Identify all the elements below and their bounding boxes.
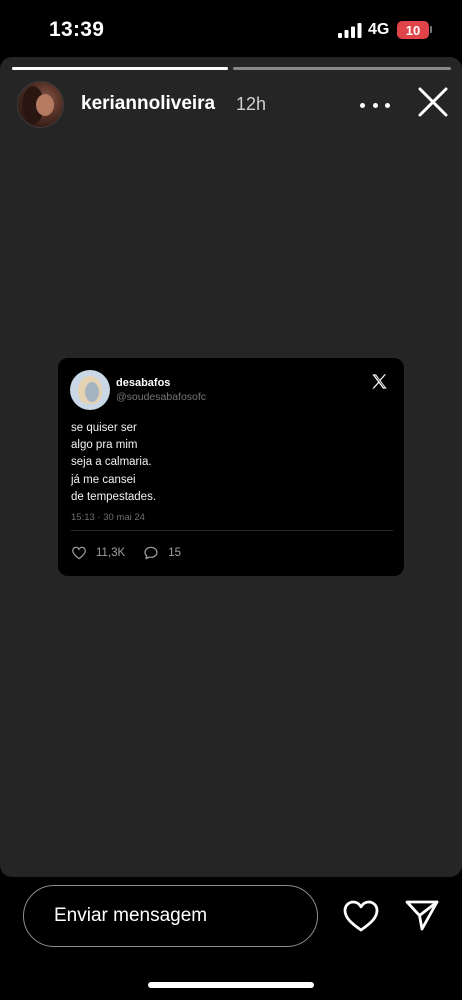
tweet-display-name: desabafos	[116, 377, 171, 389]
tweet-line: se quiser ser	[71, 422, 137, 434]
network-type: 4G	[368, 21, 390, 38]
story-username[interactable]: keriannoliveira	[81, 93, 215, 115]
home-indicator[interactable]	[148, 982, 314, 988]
tweet-actions: 11,3K 15	[71, 545, 199, 561]
tweet-likes: 11,3K	[71, 545, 125, 561]
status-time: 13:39	[49, 18, 105, 41]
tweet-replies: 15	[143, 545, 181, 561]
more-horizontal-icon	[385, 102, 390, 108]
story-header: keriannoliveira 12h	[0, 81, 462, 131]
tweet-line: de tempestades.	[71, 490, 157, 503]
send-icon[interactable]	[404, 897, 440, 933]
more-options-button[interactable]	[360, 93, 390, 117]
tweet-timestamp: 15:13 · 30 mai 24	[71, 512, 145, 523]
message-input[interactable]: Enviar mensagem	[23, 885, 318, 947]
progress-fill	[12, 67, 228, 70]
reply-count: 15	[168, 547, 181, 559]
battery-level: 10	[405, 22, 421, 38]
more-horizontal-icon	[372, 102, 378, 108]
heart-icon[interactable]	[342, 898, 380, 934]
divider	[71, 530, 393, 531]
tweet-line: já me cansei	[71, 473, 136, 486]
tweet-line: algo pra mim	[71, 439, 138, 452]
more-horizontal-icon	[360, 102, 365, 108]
like-count: 11,3K	[96, 547, 126, 559]
battery-icon: 10	[397, 21, 429, 39]
tweet-avatar-shape	[85, 382, 99, 402]
close-icon[interactable]	[416, 85, 450, 119]
status-bar: 13:39 4G 10	[0, 0, 462, 58]
signal-icon	[338, 23, 362, 38]
avatar-face	[36, 94, 54, 116]
x-logo-icon	[372, 374, 387, 389]
tweet-handle: @soudesabafosofc	[116, 391, 207, 403]
avatar[interactable]	[17, 81, 64, 128]
tweet-card: desabafos @soudesabafosofc se quiser ser…	[58, 358, 404, 576]
battery-nub	[430, 26, 432, 33]
tweet-avatar	[70, 370, 110, 410]
story-time-ago: 12h	[236, 94, 267, 114]
tweet-line: seja a calmaria.	[71, 456, 152, 469]
story-progress-segment	[233, 67, 451, 70]
story-progress-segment	[12, 67, 228, 70]
heart-icon	[72, 546, 86, 560]
tweet-text: se quiser ser algo pra mim seja a calmar…	[71, 420, 156, 506]
story-viewer[interactable]: keriannoliveira 12h desabafos @soudesaba…	[0, 57, 462, 877]
comment-icon	[144, 546, 158, 560]
message-placeholder: Enviar mensagem	[54, 905, 208, 926]
